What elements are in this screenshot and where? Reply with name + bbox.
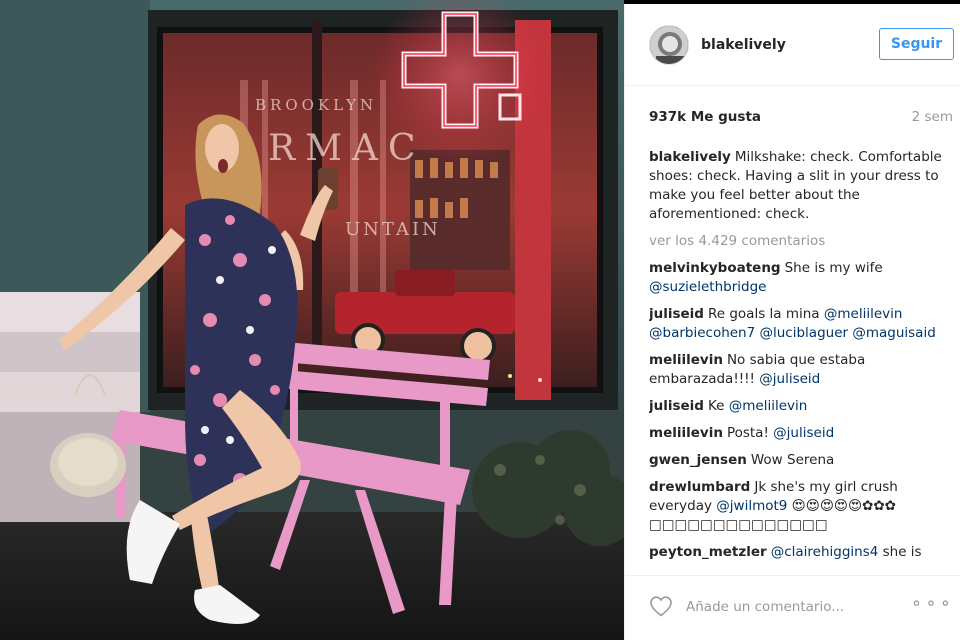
comment-item: meliilevin No sabia que estaba embarazada… [649, 351, 951, 389]
comment-username[interactable]: meliilevin [649, 425, 723, 441]
comment-item: melvinkyboateng She is my wife @suzieleth… [649, 259, 951, 297]
comment-item: peyton_metzler @clairehiggins4 she is [649, 543, 951, 562]
comment-text: Ke [707, 398, 725, 414]
comment-username[interactable]: drewlumbard [649, 479, 750, 495]
post-header: blakelively Seguir [625, 4, 960, 86]
comment-text: Wow Serena [750, 452, 835, 468]
comments-list: blakelively Milkshake: check. Comfortable… [649, 148, 951, 575]
comment-mention[interactable]: @suzielethbridge [649, 279, 766, 295]
comment-text: Posta! [726, 425, 769, 441]
username-link[interactable]: blakelively [701, 37, 786, 53]
comment-mention[interactable]: @juliseid [773, 425, 834, 441]
comment-text: Re goals la mina [707, 306, 820, 322]
post-photo[interactable]: BROOKLYN RMAC UNTAIN [0, 0, 624, 640]
add-comment-input[interactable]: Añade un comentario... [686, 599, 844, 615]
avatar[interactable] [649, 25, 689, 65]
comment-username[interactable]: melvinkyboateng [649, 260, 781, 276]
caption-username[interactable]: blakelively [649, 149, 731, 165]
post-sidebar: blakelively Seguir 937k Me gusta 2 sem b… [624, 4, 960, 640]
more-options-icon[interactable]: ⚬⚬⚬ [910, 594, 953, 613]
comment-item: meliilevin Posta! @juliseid [649, 424, 951, 443]
sign-line-2: RMAC [268, 128, 426, 169]
sign-line-3: UNTAIN [345, 219, 441, 240]
comment-item: gwen_jensen Wow Serena [649, 451, 951, 470]
comment-text: She is my wife [784, 260, 883, 276]
comment-mention[interactable]: @jwilmot9 [716, 498, 787, 514]
comment-username[interactable]: peyton_metzler [649, 544, 767, 560]
comment-item: juliseid Re goals la mina @meliilevin @ba… [649, 305, 951, 343]
comment-mention[interactable]: @meliilevin [729, 398, 808, 414]
comment-footer: Añade un comentario... ⚬⚬⚬ [625, 576, 960, 640]
likes-count[interactable]: 937k Me gusta [649, 109, 761, 125]
sign-line-1: BROOKLYN [255, 96, 377, 114]
comment-mention[interactable]: @juliseid [759, 371, 820, 387]
post-timestamp[interactable]: 2 sem [912, 109, 953, 125]
heart-icon[interactable] [649, 595, 673, 617]
view-all-comments-link[interactable]: ver los 4.429 comentarios [649, 232, 951, 251]
comment-username[interactable]: meliilevin [649, 352, 723, 368]
follow-button[interactable]: Seguir [879, 28, 954, 60]
comment-text: she is [882, 544, 922, 560]
comment-mention[interactable]: @clairehiggins4 [771, 544, 879, 560]
comment-username[interactable]: juliseid [649, 398, 704, 414]
comment-username[interactable]: juliseid [649, 306, 704, 322]
comment-username[interactable]: gwen_jensen [649, 452, 747, 468]
caption: blakelively Milkshake: check. Comfortable… [649, 148, 951, 224]
comment-item: drewlumbard Jk she's my girl crush everyd… [649, 478, 951, 535]
comment-item: juliseid Ke @meliilevin [649, 397, 951, 416]
